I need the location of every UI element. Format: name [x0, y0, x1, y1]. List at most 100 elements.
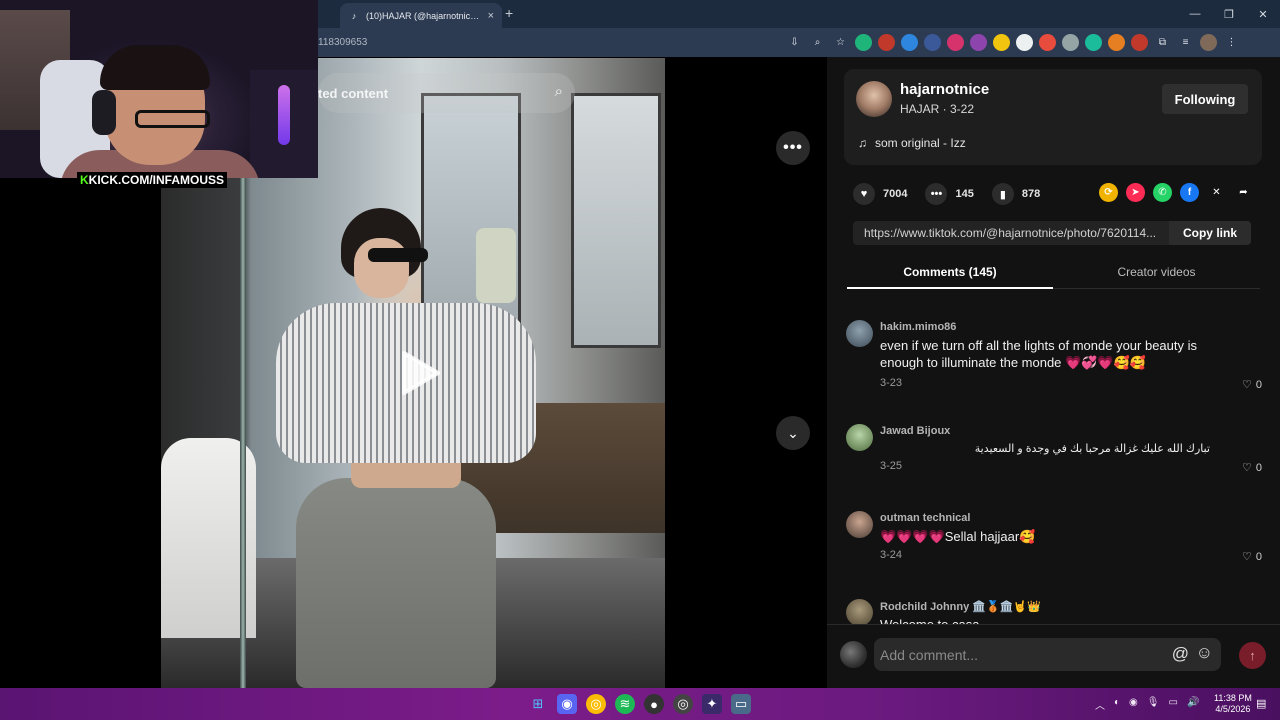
commenter-avatar[interactable]: [846, 511, 873, 538]
restore-icon[interactable]: ❐: [1212, 0, 1246, 28]
extension-icon[interactable]: [924, 34, 941, 51]
commenter-avatar[interactable]: [846, 424, 873, 451]
mention-icon[interactable]: @: [1172, 644, 1189, 664]
address-bar[interactable]: 118309653: [318, 37, 367, 48]
save-button[interactable]: ▮ 878: [991, 183, 1041, 205]
taskbar-clock[interactable]: 11:38 PM 4/5/2026: [1214, 693, 1252, 715]
extension-icon[interactable]: [1039, 34, 1056, 51]
heart-outline-icon: ♡: [1242, 379, 1252, 391]
author-avatar[interactable]: [856, 81, 892, 117]
tray-app-icon[interactable]: ◐: [1114, 697, 1120, 712]
heart-outline-icon: ♡: [1242, 551, 1252, 563]
comment-input-box: @ ☺: [874, 638, 1221, 671]
comment-icon: •••: [925, 183, 948, 205]
share-options: ⟳ ➤ ✆ f ✕ ➦: [1099, 183, 1253, 202]
comment-like-button[interactable]: ♡ 0: [1242, 461, 1262, 475]
windows-start-icon[interactable]: ⊞: [528, 694, 548, 714]
browser-tab[interactable]: ♪ (10)HAJAR (@hajarnotnice) | TikTok ×: [340, 3, 502, 28]
heart-outline-icon: ♡: [1242, 462, 1252, 474]
tray-discord-icon[interactable]: ◉: [1129, 697, 1138, 712]
author-username[interactable]: hajarnotnice: [900, 81, 989, 98]
extension-icon[interactable]: [1085, 34, 1102, 51]
extension-icon[interactable]: [1062, 34, 1079, 51]
obs-icon[interactable]: ●: [644, 694, 664, 714]
comment-username[interactable]: Rodchild Johnny 🏛️🥉🏛️🤘👑: [880, 600, 1041, 613]
comment-count: 145: [955, 188, 974, 200]
share-link[interactable]: https://www.tiktok.com/@hajarnotnice/pho…: [864, 226, 1164, 240]
extensions-puzzle-icon[interactable]: ⧉: [1154, 34, 1171, 51]
taskbar-apps: ⊞ ◉ ◎ ≋ ● ◎ ✦ ▭: [528, 694, 751, 714]
x-icon[interactable]: ✕: [1207, 183, 1226, 202]
search-icon[interactable]: ⌕: [555, 83, 563, 100]
music-title: som original - Izz: [875, 136, 966, 150]
whatsapp-icon[interactable]: ✆: [1153, 183, 1172, 202]
send-icon[interactable]: ➤: [1126, 183, 1145, 202]
next-post-button[interactable]: ⌄: [776, 416, 810, 450]
tray-overflow-icon[interactable]: ︿: [1095, 697, 1105, 712]
tab-creator-videos[interactable]: Creator videos: [1053, 261, 1260, 289]
extension-icon[interactable]: [878, 34, 895, 51]
repost-icon[interactable]: ⟳: [1099, 183, 1118, 202]
music-info[interactable]: ♫ som original - Izz: [858, 136, 966, 150]
engagement-stats: ♥ 7004 ••• 145 ▮ 878: [853, 183, 1040, 205]
remote-desktop-icon[interactable]: ▭: [731, 694, 751, 714]
search-text: ted content: [318, 85, 389, 101]
extension-icon[interactable]: [901, 34, 918, 51]
extension-icon[interactable]: [855, 34, 872, 51]
extension-icon[interactable]: [970, 34, 987, 51]
tab-comments[interactable]: Comments (145): [847, 261, 1053, 289]
comment-like-button[interactable]: ♡ 0: [1242, 550, 1262, 564]
comment-like-button[interactable]: ♡ 0: [1242, 378, 1262, 392]
comment-username[interactable]: outman technical: [880, 512, 970, 524]
tab-close-icon[interactable]: ×: [488, 10, 494, 22]
search-bar[interactable]: ted content ⌕: [318, 73, 575, 113]
comment-text: even if we turn off all the lights of mo…: [880, 338, 1197, 370]
post-comment-button[interactable]: ↑: [1239, 642, 1266, 669]
facebook-icon[interactable]: f: [1180, 183, 1199, 202]
like-button[interactable]: ♥ 7004: [853, 183, 907, 205]
bookmark-star-icon[interactable]: ☆: [832, 34, 849, 51]
extension-icon[interactable]: [1016, 34, 1033, 51]
display-icon[interactable]: ▭: [1168, 697, 1177, 712]
comment-input[interactable]: [880, 645, 1170, 665]
comment-date: 3-25: [880, 460, 903, 472]
install-app-icon[interactable]: ⇩: [786, 34, 803, 51]
notification-icon[interactable]: ▤: [1256, 697, 1266, 710]
extension-icon[interactable]: [1108, 34, 1125, 51]
extension-icon[interactable]: [993, 34, 1010, 51]
heart-icon: ♥: [853, 183, 875, 205]
copy-link-button[interactable]: Copy link: [1169, 221, 1251, 245]
media-controls-icon[interactable]: ≡: [1177, 34, 1194, 51]
share-arrow-icon[interactable]: ➦: [1234, 183, 1253, 202]
comment-username[interactable]: Jawad Bijoux: [880, 425, 950, 437]
chrome-profile-icon[interactable]: ◎: [673, 694, 693, 714]
headset-icon: [92, 90, 116, 135]
comment-list: hakim.mimo86 even if we turn off all the…: [827, 312, 1280, 624]
comment-date: 3-23: [880, 377, 903, 389]
zoom-icon[interactable]: ⌕: [809, 34, 826, 51]
new-tab-button[interactable]: +: [505, 5, 513, 21]
save-count: 878: [1021, 188, 1041, 200]
minimize-icon[interactable]: —: [1178, 0, 1212, 28]
browser-menu-icon[interactable]: ⋮: [1223, 34, 1240, 51]
commenter-avatar[interactable]: [846, 320, 873, 347]
comment-text: تبارك الله عليك غزالة مرحبا بك في وجدة و…: [974, 443, 1210, 455]
profile-avatar-icon[interactable]: [1200, 34, 1217, 51]
discord-icon[interactable]: ◉: [557, 694, 577, 714]
speaker-icon[interactable]: 🔊: [1187, 697, 1199, 712]
chrome-icon[interactable]: ◎: [586, 694, 606, 714]
emoji-icon[interactable]: ☺: [1196, 643, 1213, 663]
extension-icon[interactable]: [947, 34, 964, 51]
comment-button[interactable]: ••• 145: [925, 183, 974, 205]
microphone-icon[interactable]: 🎙: [1147, 697, 1160, 712]
commenter-avatar[interactable]: [846, 599, 873, 624]
spotify-icon[interactable]: ≋: [615, 694, 635, 714]
extension-icon[interactable]: [1131, 34, 1148, 51]
comment-username[interactable]: hakim.mimo86: [880, 321, 956, 333]
following-button[interactable]: Following: [1162, 84, 1248, 114]
close-window-icon[interactable]: ✕: [1246, 0, 1280, 28]
chevron-down-icon: ⌄: [787, 424, 799, 441]
more-options-button[interactable]: •••: [776, 131, 810, 165]
play-button[interactable]: [394, 348, 444, 398]
app-icon[interactable]: ✦: [702, 694, 722, 714]
